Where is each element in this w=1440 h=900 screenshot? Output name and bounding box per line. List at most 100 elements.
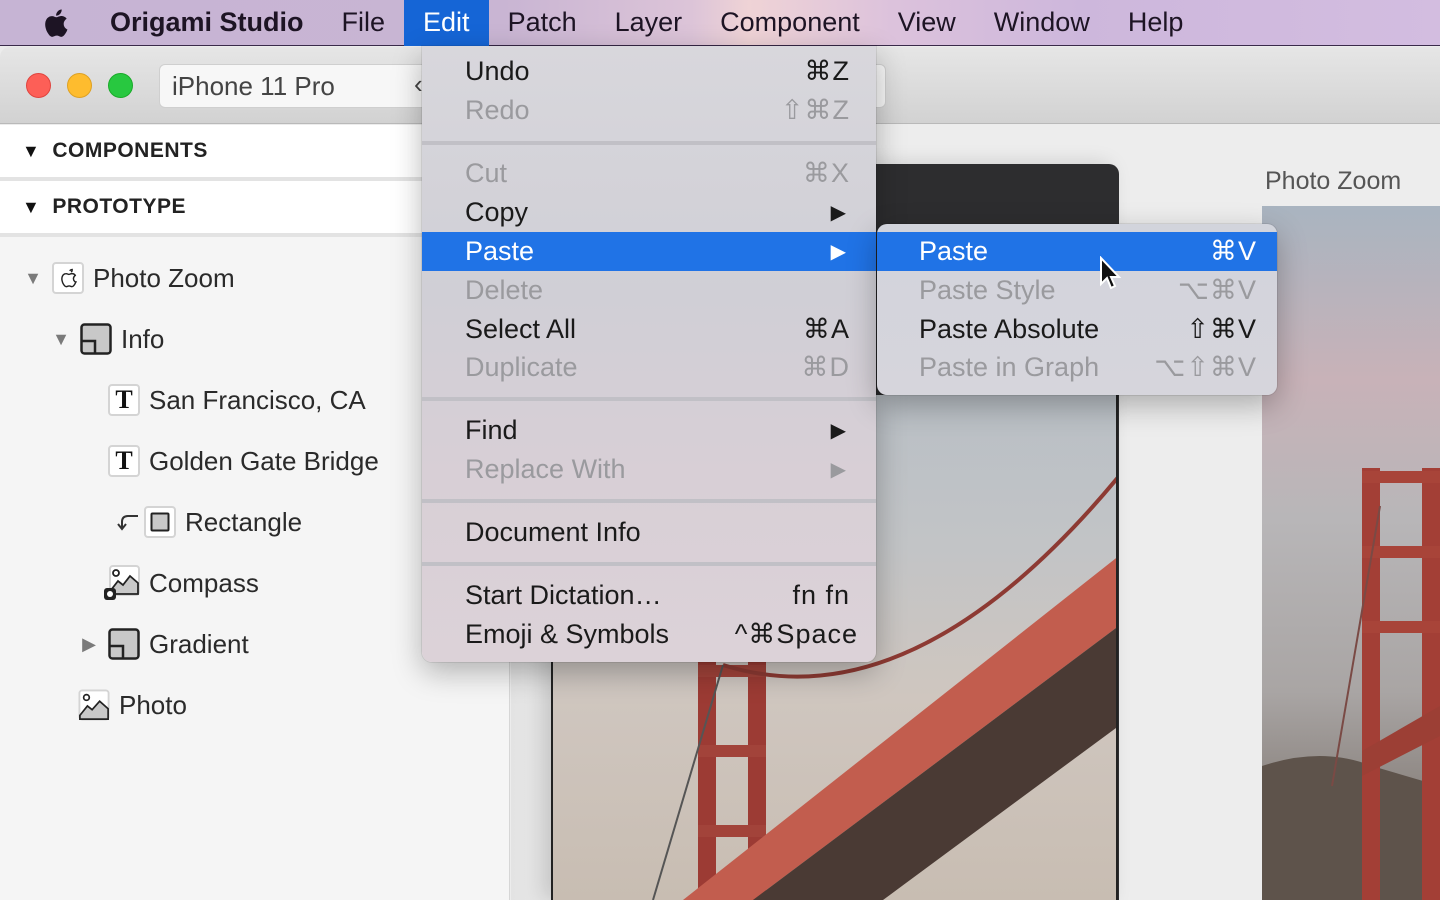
paste-submenu: Paste ⌘V Paste Style ⌥⌘V Paste Absolute … [877,224,1277,395]
menu-item-find[interactable]: Find ▶ [422,411,876,450]
shortcut-label: ⌘A [802,314,850,344]
menu-item-label: Cut [465,158,508,188]
menu-item-delete[interactable]: Delete [422,271,876,310]
shortcut-label: ⌥⌘V [1177,275,1257,305]
menu-bar: Origami Studio File Edit Patch Layer Com… [0,0,1440,46]
menu-item-label: Paste [465,236,535,266]
preview-photo-large [1262,206,1440,900]
menu-app-name[interactable]: Origami Studio [110,0,323,46]
layer-row-rectangle[interactable]: Rectangle [116,502,302,542]
layer-label: Info [121,323,165,354]
apple-logo-icon [45,8,68,37]
apple-menu[interactable] [0,0,110,46]
menu-item-label: Undo [465,56,530,86]
layer-label: Gradient [149,628,249,659]
menu-view[interactable]: View [879,0,975,46]
disclosure-expanded-icon[interactable]: ▼ [22,197,40,218]
menu-file[interactable]: File [323,0,405,46]
layer-row-photo[interactable]: Photo [78,685,187,725]
section-prototype-label: PROTOTYPE [52,195,186,218]
shortcut-label: ⇧⌘Z [780,95,850,125]
menu-item-label: Copy [465,197,529,227]
menu-edit[interactable]: Edit [404,0,489,46]
shortcut-label: ⌘D [801,352,850,382]
menu-item-label: Select All [465,314,577,344]
shortcut-label: ⌘X [802,158,850,188]
submenu-item-paste-absolute[interactable]: Paste Absolute ⇧⌘V [877,310,1277,349]
menu-item-label: Duplicate [465,352,578,382]
menu-item-label: Document Info [465,517,641,547]
submenu-item-paste-in-graph[interactable]: Paste in Graph ⌥⇧⌘V [877,348,1277,387]
menu-separator [422,562,876,566]
menu-item-label: Emoji & Symbols [465,619,670,649]
zoom-window-button[interactable] [108,73,133,98]
group-icon [80,323,112,355]
close-window-button[interactable] [26,73,51,98]
layer-label: Photo Zoom [93,262,235,293]
shortcut-label: ^⌘Space [734,619,858,649]
menu-patch[interactable]: Patch [489,0,596,46]
menu-item-copy[interactable]: Copy ▶ [422,193,876,232]
layer-row-compass[interactable]: Compass [104,563,259,603]
menu-item-start-dictation[interactable]: Start Dictation… fn fn [422,576,876,615]
device-selector[interactable]: iPhone 11 Pro ‹ [159,64,439,108]
submenu-arrow-icon: ▶ [830,202,846,224]
menu-item-label: Find [465,415,518,445]
menu-item-redo[interactable]: Redo ⇧⌘Z [422,91,876,130]
section-components-label: COMPONENTS [52,139,208,162]
submenu-item-paste[interactable]: Paste ⌘V [877,232,1277,271]
menu-separator [422,499,876,503]
menu-item-label: Paste Style [919,275,1056,305]
layer-label: Rectangle [185,506,303,537]
menu-help[interactable]: Help [1109,0,1203,46]
submenu-item-paste-style[interactable]: Paste Style ⌥⌘V [877,271,1277,310]
shortcut-label: ⌘Z [804,56,850,86]
disclosure-expanded-icon[interactable]: ▼ [20,268,46,289]
shortcut-label: ⌥⇧⌘V [1154,352,1257,382]
layer-label: San Francisco, CA [149,384,366,415]
rectangle-icon [144,506,176,538]
menu-item-paste[interactable]: Paste ▶ [422,232,876,271]
menu-item-label: Start Dictation… [465,580,662,610]
layer-row-photo-zoom[interactable]: ▼ Photo Zoom [20,258,235,298]
menu-item-document-info[interactable]: Document Info [422,513,876,552]
layer-label: Golden Gate Bridge [149,445,379,476]
layer-row-info[interactable]: ▼ Info [48,319,164,359]
submenu-arrow-icon: ▶ [830,241,846,263]
submenu-arrow-icon: ▶ [830,459,846,481]
layer-row-gradient[interactable]: ▶ Gradient [76,624,249,664]
text-layer-icon: T [108,384,140,416]
shortcut-label: fn fn [792,580,850,610]
minimize-window-button[interactable] [67,73,92,98]
menu-item-emoji-symbols[interactable]: Emoji & Symbols ^⌘Space [422,615,876,654]
mask-arrow-icon [116,512,144,532]
menu-item-select-all[interactable]: Select All ⌘A [422,310,876,349]
menu-item-replace-with[interactable]: Replace With ▶ [422,450,876,489]
disclosure-expanded-icon[interactable]: ▼ [48,329,74,350]
menu-window[interactable]: Window [975,0,1109,46]
edit-menu-dropdown: Undo ⌘Z Redo ⇧⌘Z Cut ⌘X Copy ▶ Paste ▶ D… [422,46,876,662]
menu-item-label: Paste in Graph [919,352,1100,382]
preview-title: Photo Zoom [1265,167,1402,195]
menu-component[interactable]: Component [701,0,879,46]
disclosure-collapsed-icon[interactable]: ▶ [76,634,102,655]
mouse-cursor-icon [1100,256,1122,290]
menu-separator [422,141,876,145]
layer-row-golden-gate-bridge[interactable]: T Golden Gate Bridge [108,441,379,481]
image-icon [104,565,140,600]
disclosure-expanded-icon[interactable]: ▼ [22,141,40,162]
menu-item-label: Redo [465,95,530,125]
menu-item-cut[interactable]: Cut ⌘X [422,154,876,193]
shortcut-label: ⇧⌘V [1186,314,1257,344]
menu-separator [422,397,876,401]
device-selector-value: iPhone 11 Pro [172,71,335,101]
menu-item-duplicate[interactable]: Duplicate ⌘D [422,348,876,387]
app-icon [52,262,84,294]
layer-label: Photo [119,689,187,720]
layer-row-san-francisco[interactable]: T San Francisco, CA [108,380,366,420]
menu-item-label: Paste [919,236,989,266]
menu-item-undo[interactable]: Undo ⌘Z [422,52,876,91]
menu-item-label: Delete [465,275,544,305]
menu-layer[interactable]: Layer [596,0,702,46]
bridge-photo-illustration [1262,468,1440,900]
